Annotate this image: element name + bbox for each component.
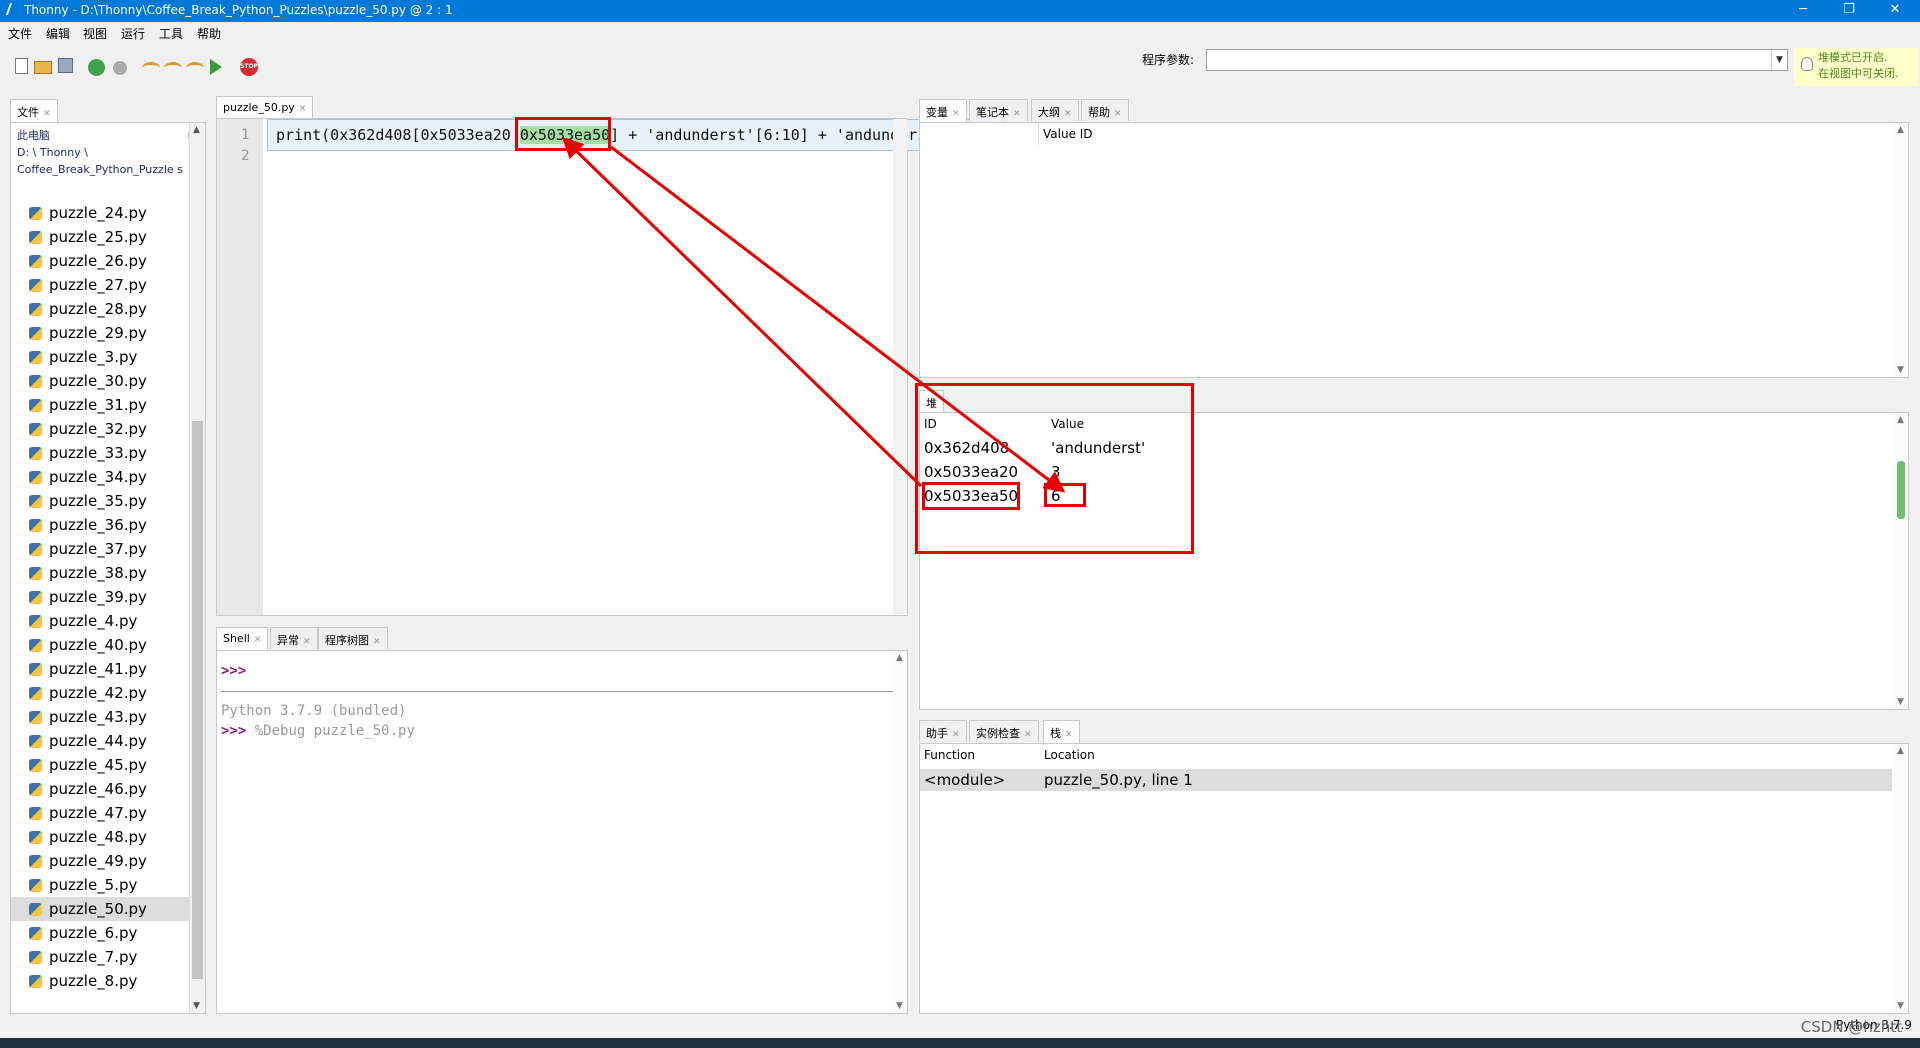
arrow-to-code [561, 137, 923, 488]
status-bar: Python 3.7.9 [0, 1014, 1920, 1038]
annotation-arrows [561, 137, 1066, 493]
arrow-to-value [610, 145, 1066, 493]
taskbar [0, 1038, 1920, 1048]
watermark: CSDN @hzhtt [1800, 1018, 1902, 1036]
